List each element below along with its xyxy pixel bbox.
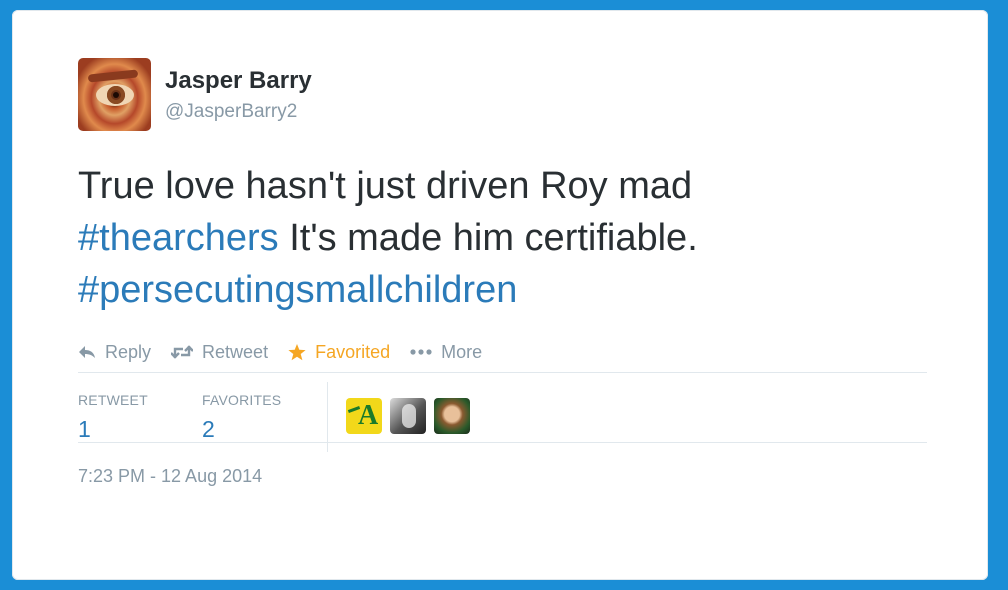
- reply-label: Reply: [105, 341, 152, 362]
- tweet-card: Jasper Barry @JasperBarry2 True love has…: [12, 10, 988, 580]
- divider-top: [78, 372, 927, 373]
- retweet-button[interactable]: Retweet: [171, 342, 268, 363]
- reply-icon: [78, 345, 96, 359]
- retweet-icon: [171, 345, 194, 359]
- user-avatar[interactable]: [78, 58, 151, 131]
- tweet-text-part-1: True love hasn't just driven Roy mad: [78, 165, 693, 207]
- retweet-stat-count: 1: [78, 416, 91, 442]
- archers-logo-avatar[interactable]: A: [346, 398, 382, 434]
- more-button[interactable]: More: [410, 342, 482, 363]
- hashtag-persecutingsmallchildren[interactable]: #persecutingsmallchildren: [78, 269, 517, 311]
- retweet-stat[interactable]: RETWEET 1: [78, 392, 148, 443]
- favorites-stat[interactable]: FAVORITES 2: [202, 392, 281, 443]
- retweet-label: Retweet: [202, 341, 269, 362]
- grayscale-photo-avatar[interactable]: [390, 398, 426, 434]
- hashtag-thearchers[interactable]: #thearchers: [78, 217, 279, 259]
- retweet-stat-label: RETWEET: [78, 392, 148, 408]
- divider-bottom: [78, 442, 927, 443]
- more-dots-icon: [410, 349, 432, 355]
- more-label: More: [441, 341, 483, 362]
- avatar-pupil: [113, 92, 119, 98]
- tweet-actions: Reply Retweet Favorited More: [78, 340, 502, 364]
- user-display-name[interactable]: Jasper Barry: [165, 67, 312, 95]
- favorites-stat-count: 2: [202, 416, 215, 442]
- reply-button[interactable]: Reply: [78, 342, 151, 363]
- favorited-button[interactable]: Favorited: [288, 342, 390, 363]
- favorites-stat-label: FAVORITES: [202, 392, 282, 408]
- tweet-timestamp[interactable]: 7:23 PM - 12 Aug 2014: [78, 466, 262, 487]
- favorited-label: Favorited: [315, 341, 391, 362]
- face-photo-avatar[interactable]: [434, 398, 470, 434]
- user-handle[interactable]: @JasperBarry2: [165, 101, 297, 123]
- tweet-text-part-2: It's made him certifiable.: [278, 217, 698, 259]
- avatar-brow: [87, 69, 139, 83]
- tweet-text: True love hasn't just driven Roy mad #the…: [78, 160, 948, 316]
- star-icon: [288, 343, 306, 361]
